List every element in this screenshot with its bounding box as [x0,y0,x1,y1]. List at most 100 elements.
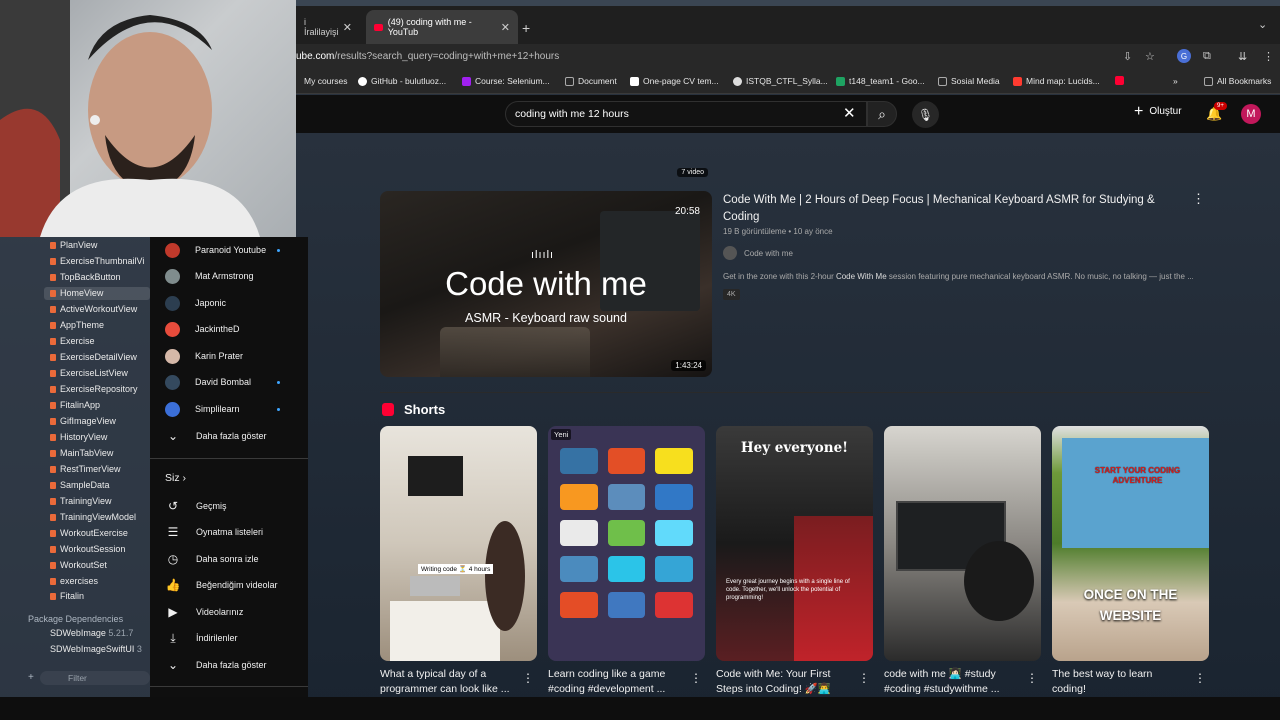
subscription-item[interactable]: Mat Armstrong [165,268,254,284]
subscription-item[interactable]: David Bombal [165,374,280,390]
short-title[interactable]: Code with Me: Your First Steps into Codi… [716,667,852,697]
bookmark-item[interactable]: My courses [304,76,347,86]
star-icon[interactable]: ☆ [1145,50,1155,63]
bookmark-item[interactable]: t148_team1 - Goo... [836,76,925,86]
mic-button[interactable]: 🎙 [912,101,939,128]
bookmark-item[interactable]: One-page CV tem... [630,76,719,86]
search-button[interactable]: ⌕ [867,101,897,127]
file-item[interactable]: ExerciseRepository [50,384,138,394]
more-options-icon[interactable]: ⋮ [858,671,870,685]
short-title[interactable]: What a typical day of a programmer can l… [380,667,516,697]
you-item-label: İndirilenler [196,633,238,643]
close-icon[interactable]: ✕ [501,21,510,34]
package-item[interactable]: SDWebImageSwiftUI 3 [50,644,142,654]
subscription-item[interactable]: Simplilearn [165,401,280,417]
bookmark-item[interactable]: Sosial Media [938,76,1000,86]
you-item[interactable]: ▶ Videolarınız [165,604,243,620]
add-icon[interactable]: + [28,672,34,683]
file-item[interactable]: PlanView [49,240,97,250]
avatar[interactable]: M [1241,104,1261,124]
search-query[interactable]: coding with me 12 hours [515,108,629,120]
file-item[interactable]: WorkoutSession [49,544,125,554]
more-options-icon[interactable]: ⋮ [522,671,534,685]
youtube-bookmark[interactable] [1115,76,1124,85]
file-item[interactable]: ExerciseThumbnailVi [49,256,144,266]
tab-search-icon[interactable]: ⌄ [1258,18,1267,31]
file-item[interactable]: RestTimerView [50,464,121,474]
short-title[interactable]: The best way to learn coding! [1052,667,1188,697]
short-thumbnail[interactable]: Hey everyone! Every great journey begins… [716,426,873,661]
you-section-header[interactable]: Siz › [165,472,186,484]
short-thumbnail[interactable]: Writing code ⏳ 4 hours [380,426,537,661]
bookmark-item[interactable]: ISTQB_CTFL_Sylla... [733,76,828,86]
subscription-item[interactable]: JackintheD [165,321,240,337]
subscription-item[interactable]: Japonic [165,295,226,311]
file-item[interactable]: TopBackButton [50,272,121,282]
you-item[interactable]: 👍 Beğendiğim videolar [165,577,278,593]
bookmark-item[interactable]: Mind map: Lucids... [1013,76,1100,86]
subscription-item[interactable]: Paranoid Youtube [165,242,280,258]
menu-icon[interactable]: ⋮ [1263,50,1274,63]
install-icon[interactable]: ⇩ [1123,50,1132,63]
you-item[interactable]: ⤓ İndirilenler [165,630,238,646]
close-icon[interactable]: ✕ [343,21,352,34]
more-options-icon[interactable]: ⋮ [1192,191,1205,207]
short-thumbnail[interactable]: Yeni [548,426,705,661]
bookmark-item[interactable]: Course: Selenium... [462,76,550,86]
channel-name[interactable]: Code with me [744,249,793,258]
playlist-thumbnail[interactable]: 7 video [380,133,712,180]
show-more-subscriptions[interactable]: ⌄ Daha fazla göster [165,428,267,444]
create-button[interactable]: + Oluştur [1134,103,1182,119]
tab-youtube[interactable]: (49) coding with me - YouTub ✕ [366,10,518,44]
filter-input[interactable]: Filter [40,671,150,685]
video-duration: 1:43:24 [671,360,706,371]
file-item[interactable]: ExerciseListView [50,368,128,378]
clear-icon[interactable]: ✕ [843,104,856,122]
puzzle-icon[interactable]: ⧉ [1203,50,1211,63]
more-bookmarks-icon[interactable]: » [1173,76,1178,86]
short-thumbnail[interactable]: START YOUR CODING ADVENTURE ONCE ON THE … [1052,426,1209,661]
subscription-item[interactable]: Karin Prater [165,348,243,364]
file-item[interactable]: ExerciseDetailView [50,352,137,362]
file-item[interactable]: HomeView [49,288,103,298]
tab-previous[interactable]: i İralilayişi ✕ [296,10,360,44]
you-item[interactable]: ◷ Daha sonra izle [165,551,259,567]
extension-icon[interactable]: G [1177,49,1191,63]
short-title[interactable]: Learn coding like a game #coding #develo… [548,667,684,697]
file-item[interactable]: Fitalin [49,591,84,601]
short-thumbnail[interactable] [884,426,1041,661]
video-thumbnail[interactable]: ılıılı Code with me ASMR - Keyboard raw … [380,191,712,377]
bookmark-item[interactable]: GitHub - bulutluoz... [358,76,446,86]
file-item[interactable]: AppTheme [49,320,104,330]
file-item[interactable]: FitalinApp [49,400,100,410]
channel-avatar[interactable] [723,246,737,260]
bookmark-item[interactable]: Document [565,76,617,86]
subscription-label: Mat Armstrong [195,271,254,281]
show-more-you[interactable]: ⌄ Daha fazla göster [165,657,267,673]
file-item[interactable]: WorkoutExercise [50,528,128,538]
video-title[interactable]: Code With Me | 2 Hours of Deep Focus | M… [723,192,1183,226]
channel-avatar [165,348,180,364]
more-options-icon[interactable]: ⋮ [1026,671,1038,685]
file-item[interactable]: WorkoutSet [50,560,107,570]
file-item[interactable]: TrainingView [50,496,112,506]
all-bookmarks[interactable]: All Bookmarks [1204,76,1271,86]
downloads-icon[interactable]: ⇊ [1238,50,1247,63]
you-item[interactable]: ↺ Geçmiş [165,498,227,514]
more-options-icon[interactable]: ⋮ [1194,671,1206,685]
short-title[interactable]: code with me 👩🏻‍💻 #study #coding #studyw… [884,667,1020,697]
package-item[interactable]: SDWebImage 5.21.7 [50,628,133,638]
file-item[interactable]: GifImageView [50,416,116,426]
file-item[interactable]: TrainingViewModel [49,512,136,522]
more-options-icon[interactable]: ⋮ [690,671,702,685]
new-tab-button[interactable]: + [522,20,530,36]
file-item[interactable]: ActiveWorkoutView [49,304,137,314]
file-item[interactable]: Exercise [50,336,95,346]
person-silhouette [0,0,260,237]
file-item[interactable]: MainTabView [49,448,113,458]
file-item[interactable]: exercises [49,576,98,586]
file-item[interactable]: HistoryView [49,432,107,442]
file-item[interactable]: SampleData [50,480,110,490]
you-item[interactable]: ☰ Oynatma listeleri [165,524,263,540]
url-text[interactable]: ube.com/results?search_query=coding+with… [296,51,559,62]
